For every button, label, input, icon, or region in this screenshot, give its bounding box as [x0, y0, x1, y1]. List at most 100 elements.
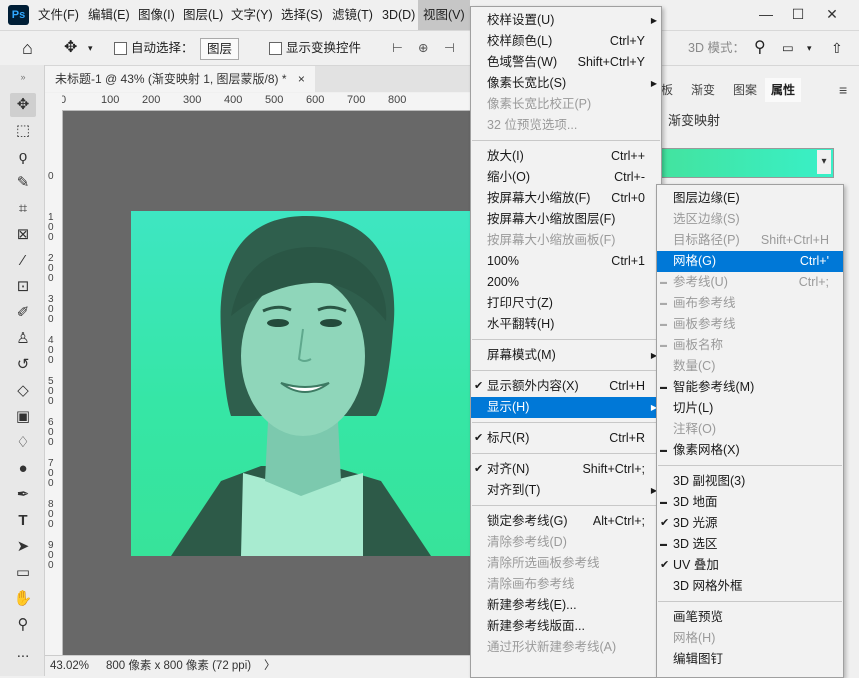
menu-item-4[interactable]: 文字(Y) — [226, 0, 278, 30]
rectangle-tool-icon[interactable]: ▭ — [10, 561, 36, 585]
more-tools-icon[interactable]: ... — [10, 641, 36, 665]
view-menu-item[interactable]: 打印尺寸(Z) — [471, 293, 661, 314]
menu-item-1[interactable]: 编辑(E) — [83, 0, 135, 30]
show-submenu-item[interactable]: ✔ UV 叠加 — [657, 555, 843, 576]
show-submenu-item[interactable]: 3D 副视图(3) — [657, 471, 843, 492]
show-submenu-item[interactable]: 3D 网格外框 — [657, 576, 843, 597]
panel-menu-icon[interactable]: ≡ — [833, 78, 853, 102]
pen-tool-icon[interactable]: ✒ — [10, 483, 36, 507]
menu-item-2[interactable]: 图像(I) — [133, 0, 180, 30]
minimize-button[interactable]: — — [754, 3, 778, 25]
dodge-tool-icon[interactable]: ● — [10, 457, 36, 481]
hand-tool-icon[interactable]: ✋ — [10, 587, 36, 611]
align-left-icon[interactable]: ⊢ — [392, 31, 403, 65]
ruler-origin[interactable] — [45, 93, 63, 111]
crop-tool-icon[interactable]: ⌗ — [10, 197, 36, 221]
view-menu-item[interactable]: 缩小(O) Ctrl+- — [471, 167, 661, 188]
show-submenu-item[interactable]: 切片(L) — [657, 398, 843, 419]
show-transform-checkbox[interactable]: 显示变换控件 — [269, 31, 361, 65]
brush-tool-icon[interactable]: ✐ — [10, 301, 36, 325]
chevron-down-icon[interactable]: ▾ — [88, 31, 93, 65]
zoom-tool-icon[interactable]: ⚲ — [10, 613, 36, 637]
view-menu-item[interactable]: 新建参考线版面... — [471, 616, 661, 637]
view-menu-item[interactable]: 色域警告(W) Shift+Ctrl+Y — [471, 52, 661, 73]
menu-item-0[interactable]: 文件(F) — [33, 0, 84, 30]
show-submenu-item[interactable]: 编辑图钉 — [657, 649, 843, 670]
view-menu-item[interactable]: 按屏幕大小缩放图层(F) — [471, 209, 661, 230]
view-menu-item[interactable]: 对齐到(T) ▶ — [471, 480, 661, 501]
show-submenu-item[interactable]: 网格(G) Ctrl+' — [657, 251, 843, 272]
zoom-level[interactable]: 43.02% — [50, 656, 89, 677]
move-icon[interactable]: ✥ — [64, 31, 77, 65]
tab-patterns[interactable]: 图案 — [727, 78, 763, 102]
toolbar-collapse-icon[interactable]: » — [10, 71, 36, 83]
menu-item-3[interactable]: 图层(L) — [178, 0, 228, 30]
workspace-chevron-icon[interactable]: ▾ — [807, 31, 812, 65]
close-window-button[interactable]: ✕ — [820, 3, 844, 25]
tab-properties[interactable]: 属性 — [765, 78, 802, 102]
menu-item-7[interactable]: 3D(D) — [377, 0, 420, 30]
history-brush-tool-icon[interactable]: ↺ — [10, 353, 36, 377]
show-submenu-item[interactable]: ▬ 3D 地面 — [657, 492, 843, 513]
view-menu-item[interactable]: 屏幕模式(M) ▶ — [471, 345, 661, 366]
show-submenu-item[interactable]: 画笔预览 — [657, 607, 843, 628]
view-menu-item[interactable]: 显示(H) ▶ — [471, 397, 661, 418]
auto-select-checkbox[interactable]: 自动选择： — [114, 31, 194, 65]
view-menu-item[interactable]: ✔ 显示额外内容(X) Ctrl+H — [471, 376, 661, 397]
view-menu-item[interactable]: 100% Ctrl+1 — [471, 251, 661, 272]
menu-item-5[interactable]: 选择(S) — [276, 0, 328, 30]
gradient-tool-icon[interactable]: ▣ — [10, 405, 36, 429]
view-menu-item[interactable]: 放大(I) Ctrl++ — [471, 146, 661, 167]
gradient-dropdown-icon[interactable]: ▾ — [817, 150, 831, 174]
view-menu-item[interactable]: 200% — [471, 272, 661, 293]
workspace-icon[interactable]: ▭ — [782, 31, 794, 65]
align-right-icon[interactable]: ⊣ — [444, 31, 455, 65]
view-menu-item[interactable]: 水平翻转(H) — [471, 314, 661, 335]
view-menu-item[interactable]: ✔ 对齐(N) Shift+Ctrl+; — [471, 459, 661, 480]
ruler-vertical[interactable]: 0 1 0 0 2 0 0 3 0 0 4 0 0 5 0 0 6 0 0 7 0 0 8 0 … — [45, 110, 63, 655]
align-center-icon[interactable]: ⊕ — [418, 31, 428, 65]
toggle-state-icon: ▬ — [660, 541, 667, 548]
tab-gradients[interactable]: 渐变 — [685, 78, 721, 102]
marquee-tool-icon[interactable]: ⬚ — [10, 119, 36, 143]
type-tool-icon[interactable]: T — [10, 509, 36, 533]
document-tab[interactable]: 未标题-1 @ 43% (渐变映射 1, 图层蒙版/8) * × — [45, 66, 315, 92]
share-icon[interactable]: ⇧ — [831, 31, 843, 65]
blur-tool-icon[interactable]: ♢ — [10, 431, 36, 455]
move-tool-icon[interactable]: ✥ — [10, 93, 36, 117]
status-menu-arrow[interactable]: 〉 — [264, 656, 276, 677]
search-icon[interactable]: ⚲ — [754, 31, 766, 65]
view-menu-item[interactable]: 按屏幕大小缩放(F) Ctrl+0 — [471, 188, 661, 209]
view-menu-item[interactable]: 像素长宽比(S) ▶ — [471, 73, 661, 94]
ruler-top-label: 300 — [183, 94, 202, 106]
menu-view[interactable]: 视图(V) — [418, 0, 470, 30]
auto-select-dropdown[interactable]: 图层 — [200, 38, 240, 60]
stamp-tool-icon[interactable]: ♙ — [10, 327, 36, 351]
show-submenu-item[interactable]: ▬ 像素网格(X) — [657, 440, 843, 461]
document-image[interactable] — [131, 211, 470, 556]
show-submenu-item[interactable]: ▬ 智能参考线(M) — [657, 377, 843, 398]
lasso-tool-icon[interactable]: ϙ — [10, 145, 36, 169]
gradient-preview[interactable] — [660, 148, 834, 178]
view-menu-item[interactable]: 校样颜色(L) Ctrl+Y — [471, 31, 661, 52]
eraser-tool-icon[interactable]: ◇ — [10, 379, 36, 403]
home-icon[interactable]: ⌂ — [22, 31, 33, 65]
show-submenu-item[interactable]: ✔ 3D 光源 — [657, 513, 843, 534]
path-select-tool-icon[interactable]: ➤ — [10, 535, 36, 559]
ruler-top-label: 100 — [101, 94, 120, 106]
frame-tool-icon[interactable]: ⊠ — [10, 223, 36, 247]
close-tab-icon[interactable]: × — [298, 72, 305, 86]
show-submenu-item[interactable]: 图层边缘(E) — [657, 188, 843, 209]
healing-brush-tool-icon[interactable]: ⊡ — [10, 275, 36, 299]
quick-select-tool-icon[interactable]: ✎ — [10, 171, 36, 195]
view-menu-item[interactable]: 校样设置(U) ▶ — [471, 10, 661, 31]
view-menu-item[interactable]: 新建参考线(E)... — [471, 595, 661, 616]
checkmark-icon: ✔ — [474, 380, 484, 392]
maximize-button[interactable]: ☐ — [786, 3, 810, 25]
show-submenu-item[interactable]: ▬ 3D 选区 — [657, 534, 843, 555]
view-menu-item[interactable]: ✔ 标尺(R) Ctrl+R — [471, 428, 661, 449]
ruler-horizontal[interactable]: 0 100 200 300 400 500 600 700 800 — [62, 93, 470, 111]
eyedropper-tool-icon[interactable]: ⁄ — [10, 249, 36, 273]
menu-item-6[interactable]: 滤镜(T) — [327, 0, 378, 30]
view-menu-item[interactable]: 锁定参考线(G) Alt+Ctrl+; — [471, 511, 661, 532]
